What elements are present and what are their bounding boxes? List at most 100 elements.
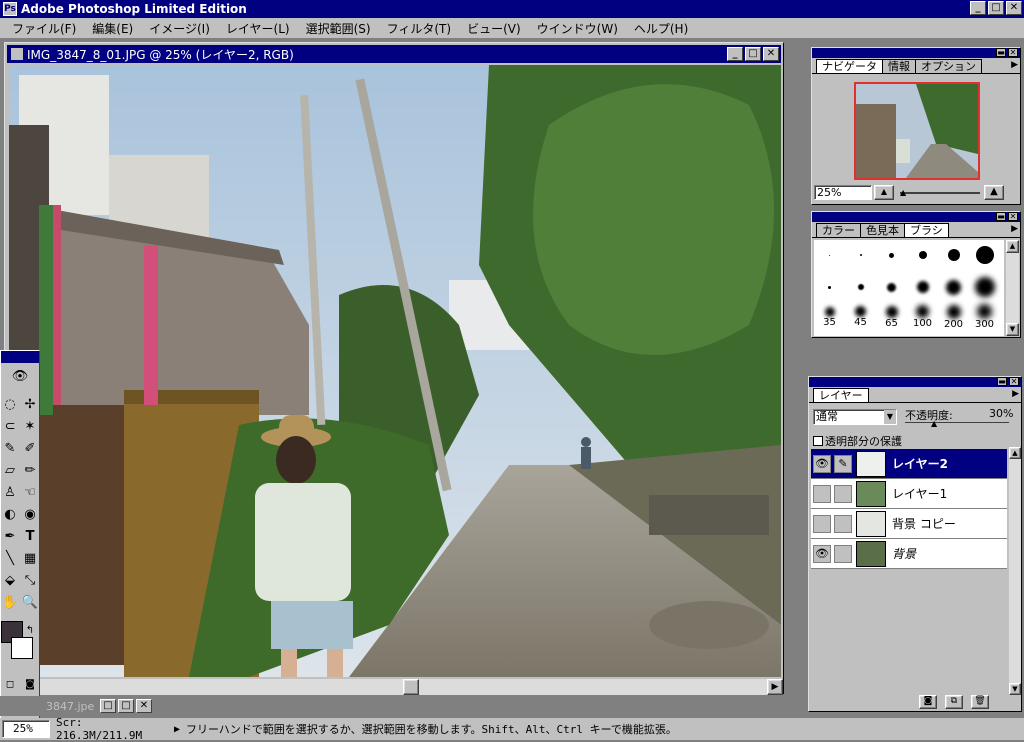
tab-layers[interactable]: レイヤー: [813, 388, 869, 402]
scroll-right-arrow[interactable]: ▶: [767, 679, 783, 695]
pen-icon[interactable]: ✒: [1, 525, 19, 547]
brush-5[interactable]: [876, 240, 907, 270]
document-titlebar[interactable]: IMG_3847_8_01.JPG @ 25% (レイヤー2, RGB) _ □…: [7, 45, 781, 63]
visibility-toggle[interactable]: [813, 484, 831, 503]
scroll-thumb[interactable]: [403, 679, 419, 695]
menu-select[interactable]: 選択範囲(S): [298, 20, 379, 37]
lasso-icon[interactable]: ◌: [1, 393, 19, 415]
mini-restore-button[interactable]: □: [100, 699, 116, 713]
navigator-menu-arrow-icon[interactable]: ▶: [1011, 60, 1018, 70]
link-toggle[interactable]: [834, 544, 852, 563]
doc-close-button[interactable]: ✕: [763, 47, 779, 61]
menu-file[interactable]: ファイル(F): [4, 20, 84, 37]
layers-titlebar[interactable]: ▬ ✕: [809, 377, 1021, 387]
new-mask-icon[interactable]: ◙: [919, 695, 937, 709]
brush-9[interactable]: [907, 240, 938, 270]
eye-icon[interactable]: 👁: [813, 454, 831, 473]
eye-logo-icon[interactable]: 👁: [1, 365, 39, 387]
minimized-document[interactable]: 3847.jpe □ □ ✕: [0, 696, 160, 716]
quickmask-off-icon[interactable]: ◻: [1, 673, 19, 695]
horizontal-scrollbar[interactable]: ▶: [9, 679, 783, 695]
brush-soft-5[interactable]: [814, 272, 845, 302]
zoom-out-icon[interactable]: ▲: [874, 185, 894, 200]
layers-scrollbar[interactable]: ▲ ▼: [1009, 447, 1021, 695]
layers-close-button[interactable]: ✕: [1009, 377, 1019, 386]
preserve-checkbox[interactable]: [813, 436, 823, 446]
menu-help[interactable]: ヘルプ(H): [626, 20, 696, 37]
brush-35[interactable]: 35: [814, 302, 845, 332]
tab-options[interactable]: オプション: [915, 59, 982, 73]
status-zoom-field[interactable]: 25%: [2, 720, 50, 738]
image-canvas[interactable]: [9, 65, 781, 677]
menu-view[interactable]: ビュー(V): [459, 20, 529, 37]
navigator-zoom-field[interactable]: 25%: [814, 185, 872, 200]
visibility-toggle[interactable]: [813, 514, 831, 533]
paintbrush-icon[interactable]: ✐: [21, 437, 39, 459]
layers-scroll-up-icon[interactable]: ▲: [1009, 447, 1021, 459]
smudge-icon[interactable]: ☜: [21, 481, 39, 503]
airbrush-icon[interactable]: ✎: [1, 437, 19, 459]
tab-navigator[interactable]: ナビゲータ: [816, 59, 883, 73]
brush-soft-21[interactable]: [938, 272, 969, 302]
toolbox-titlebar[interactable]: [1, 351, 39, 363]
brush-65[interactable]: 65: [876, 302, 907, 332]
brush-soft-13[interactable]: [876, 272, 907, 302]
opacity-slider-handle[interactable]: ▲: [931, 419, 937, 428]
navigator-slider-handle[interactable]: ▲: [900, 188, 906, 197]
tab-info[interactable]: 情報: [882, 59, 916, 73]
menu-layer[interactable]: レイヤー(L): [218, 20, 298, 37]
tab-swatches[interactable]: 色見本: [860, 223, 905, 237]
navigator-zoom-slider[interactable]: [900, 192, 980, 194]
zoom-in-icon[interactable]: ▲: [984, 185, 1004, 200]
brush-1[interactable]: [814, 240, 845, 270]
layers-minimize-button[interactable]: ▬: [997, 377, 1007, 386]
brush-3[interactable]: [845, 240, 876, 270]
brush-45[interactable]: 45: [845, 302, 876, 332]
tab-color[interactable]: カラー: [816, 223, 861, 237]
new-layer-icon[interactable]: ⧉: [945, 695, 963, 709]
gradient-icon[interactable]: ▦: [21, 547, 39, 569]
brush-soft-27[interactable]: [969, 272, 1000, 302]
hand-icon[interactable]: ✋: [1, 591, 19, 613]
maximize-button[interactable]: □: [988, 1, 1004, 15]
chevron-down-icon[interactable]: ▼: [884, 410, 896, 424]
eyedropper-icon[interactable]: ⤡: [21, 569, 39, 591]
navigator-minimize-button[interactable]: ▬: [996, 48, 1006, 57]
close-button[interactable]: ✕: [1006, 1, 1022, 15]
trash-icon[interactable]: 🗑: [971, 695, 989, 709]
photoshop-icon[interactable]: Ps: [3, 2, 17, 16]
navigator-titlebar[interactable]: ▬ ✕: [812, 48, 1020, 58]
brush-soft-17[interactable]: [907, 272, 938, 302]
layer-row-background-copy[interactable]: 背景 コピー: [811, 509, 1007, 539]
swap-colors-icon[interactable]: ↰: [21, 619, 39, 641]
type-icon[interactable]: T: [21, 525, 39, 547]
freehand-lasso-icon[interactable]: ⊂: [1, 415, 19, 437]
blend-mode-select[interactable]: 通常 ▼: [813, 409, 897, 425]
eye-icon[interactable]: 👁: [813, 544, 831, 563]
brush-300[interactable]: 300: [969, 302, 1000, 332]
layers-menu-arrow-icon[interactable]: ▶: [1012, 389, 1019, 399]
opacity-slider[interactable]: [905, 422, 1009, 423]
opacity-value[interactable]: 30%: [989, 407, 1013, 420]
brush-200[interactable]: 200: [938, 302, 969, 332]
brushes-scroll-down-icon[interactable]: ▼: [1006, 323, 1019, 336]
dodge-icon[interactable]: ◐: [1, 503, 19, 525]
menu-image[interactable]: イメージ(I): [141, 20, 218, 37]
brushes-titlebar[interactable]: ▬ ✕: [812, 212, 1020, 222]
layer-row-background[interactable]: 👁 背景: [811, 539, 1007, 569]
brushes-menu-arrow-icon[interactable]: ▶: [1011, 224, 1018, 234]
brush-100[interactable]: 100: [907, 302, 938, 332]
brush-soft-9[interactable]: [845, 272, 876, 302]
status-menu-arrow-icon[interactable]: ▶: [174, 724, 180, 735]
minimize-button[interactable]: _: [970, 1, 986, 15]
quickmask-on-icon[interactable]: ◙: [21, 673, 39, 695]
link-toggle[interactable]: [834, 514, 852, 533]
brushes-minimize-button[interactable]: ▬: [996, 212, 1006, 221]
paintbrush-icon[interactable]: ✎: [834, 454, 852, 473]
pencil-icon[interactable]: ✏: [21, 459, 39, 481]
menu-edit[interactable]: 編集(E): [84, 20, 141, 37]
zoom-icon[interactable]: 🔍: [21, 591, 39, 613]
sponge-icon[interactable]: ◉: [21, 503, 39, 525]
line-icon[interactable]: ╲: [1, 547, 19, 569]
navigator-preview[interactable]: [854, 82, 980, 180]
